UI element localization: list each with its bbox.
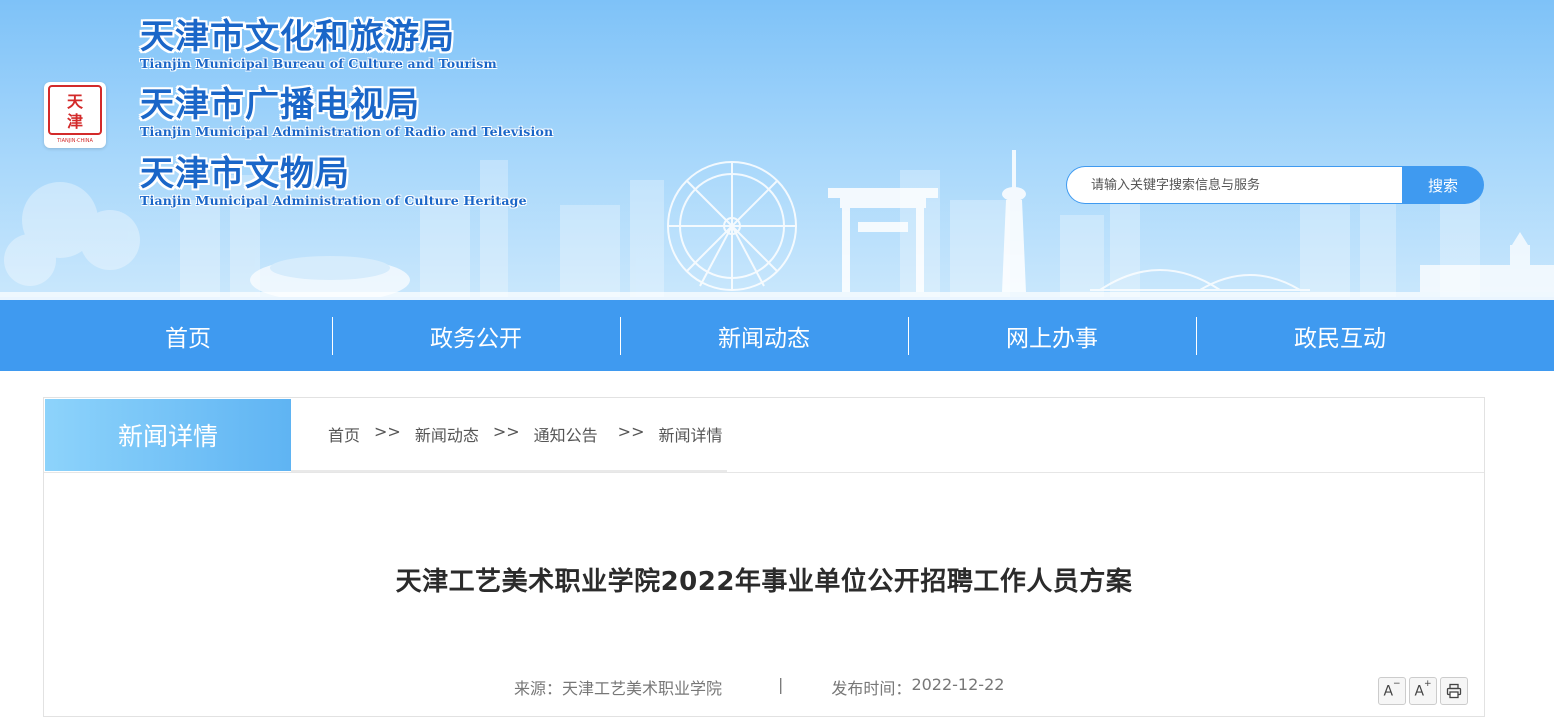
font-increase-icon: A+	[1414, 678, 1432, 700]
breadcrumb-separator: >>	[492, 422, 520, 441]
date-label: 发布时间：	[831, 679, 912, 698]
decrease-font-button[interactable]: A−	[1378, 677, 1406, 705]
article-meta: 来源： 天津工艺美术职业学院 | 发布时间： 2022-12-22	[514, 675, 1004, 699]
nav-item-news[interactable]: 新闻动态	[620, 300, 908, 371]
print-button[interactable]	[1440, 677, 1468, 705]
breadcrumb-news[interactable]: 新闻动态	[415, 422, 479, 446]
search-input[interactable]	[1066, 166, 1402, 204]
increase-font-button[interactable]: A+	[1409, 677, 1437, 705]
nav-item-online-services[interactable]: 网上办事	[908, 300, 1196, 371]
bureau-title-en: Tianjin Municipal Administration of Radi…	[140, 124, 554, 139]
source-label: 来源：	[514, 679, 563, 698]
breadcrumb-underline	[291, 470, 727, 472]
bureau-title-cn: 天津市文物局	[140, 154, 350, 194]
header-banner: 天 津 TIANJIN·CHINA 天津市文化和旅游局 Tianjin Muni…	[0, 0, 1554, 297]
printer-icon	[1446, 683, 1462, 699]
svg-text:津: 津	[67, 112, 83, 131]
nav-item-home[interactable]: 首页	[44, 300, 332, 371]
source-value: 天津工艺美术职业学院	[562, 679, 723, 698]
bureau-title-heritage: 天津市文物局 Tianjin Municipal Administration …	[140, 155, 527, 209]
breadcrumb-current[interactable]: 新闻详情	[658, 422, 722, 446]
logo-seal: 天 津 TIANJIN·CHINA	[44, 82, 106, 148]
search-button[interactable]: 搜索	[1402, 166, 1484, 204]
breadcrumb-home[interactable]: 首页	[328, 422, 360, 446]
breadcrumb-notices[interactable]: 通知公告	[534, 422, 598, 446]
bureau-title-en: Tianjin Municipal Bureau of Culture and …	[140, 56, 497, 71]
date-value: 2022-12-22	[911, 675, 1005, 694]
search-bar: 搜索	[1066, 166, 1484, 204]
bureau-title-cn: 天津市广播电视局	[140, 85, 420, 125]
svg-text:TIANJIN·CHINA: TIANJIN·CHINA	[56, 138, 93, 144]
font-decrease-icon: A−	[1383, 678, 1401, 700]
bureau-title-en: Tianjin Municipal Administration of Cult…	[140, 193, 527, 208]
seal-icon: 天 津 TIANJIN·CHINA	[48, 85, 102, 144]
nav-item-government-affairs[interactable]: 政务公开	[332, 300, 620, 371]
bureau-title-tourism: 天津市文化和旅游局 Tianjin Municipal Bureau of Cu…	[140, 18, 497, 72]
bureau-title-cn: 天津市文化和旅游局	[140, 17, 455, 57]
breadcrumb-separator: >>	[617, 422, 645, 441]
main-nav: 首页 政务公开 新闻动态 网上办事 政民互动	[0, 297, 1554, 371]
meta-divider: |	[778, 675, 784, 694]
news-detail-panel: 新闻详情 首页 >> 新闻动态 >> 通知公告 >> 新闻详情 天津工艺美术职业…	[43, 397, 1485, 717]
breadcrumb: 首页 >> 新闻动态 >> 通知公告 >> 新闻详情	[328, 422, 723, 446]
news-detail-tab: 新闻详情	[45, 399, 291, 471]
nav-item-interaction[interactable]: 政民互动	[1196, 300, 1484, 371]
breadcrumb-separator: >>	[374, 422, 401, 441]
article-title: 天津工艺美术职业学院2022年事业单位公开招聘工作人员方案	[395, 567, 1133, 597]
svg-text:天: 天	[67, 92, 84, 111]
panel-header: 新闻详情 首页 >> 新闻动态 >> 通知公告 >> 新闻详情	[44, 398, 1484, 473]
bureau-title-radio: 天津市广播电视局 Tianjin Municipal Administratio…	[140, 86, 553, 140]
article-tools: A− A+	[1378, 677, 1468, 705]
